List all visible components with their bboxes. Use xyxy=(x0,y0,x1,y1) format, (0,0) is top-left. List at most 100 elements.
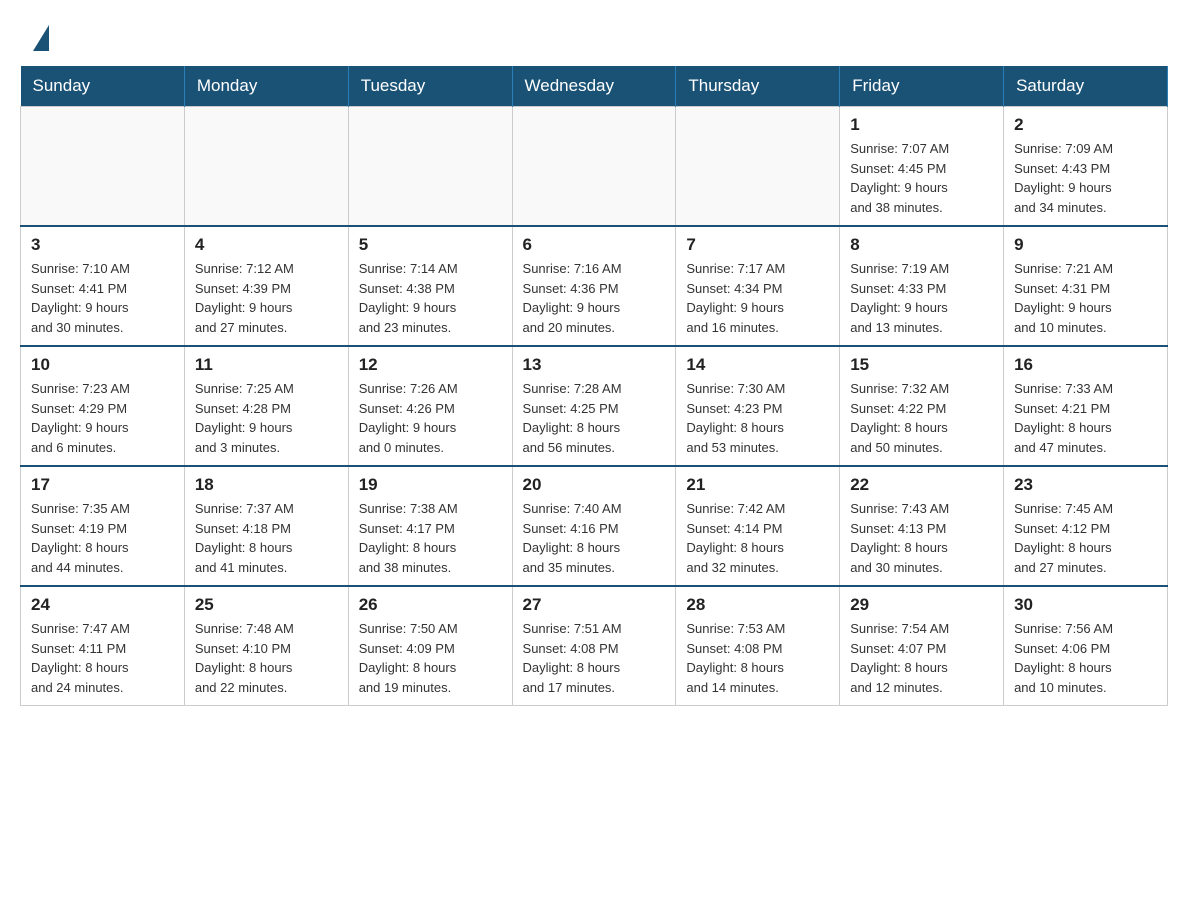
day-number: 21 xyxy=(686,475,829,495)
day-number: 20 xyxy=(523,475,666,495)
calendar-day-cell xyxy=(676,107,840,227)
calendar-day-cell: 22Sunrise: 7:43 AM Sunset: 4:13 PM Dayli… xyxy=(840,466,1004,586)
day-info: Sunrise: 7:28 AM Sunset: 4:25 PM Dayligh… xyxy=(523,379,666,457)
logo xyxy=(30,20,49,46)
day-number: 18 xyxy=(195,475,338,495)
calendar-day-cell: 7Sunrise: 7:17 AM Sunset: 4:34 PM Daylig… xyxy=(676,226,840,346)
calendar-day-cell: 21 Sunrise: 7:42 AM Sunset: 4:14 PM Dayli… xyxy=(676,466,840,586)
calendar-day-cell: 11 Sunrise: 7:25 AM Sunset: 4:28 PM Dayli… xyxy=(184,346,348,466)
calendar-day-cell: 3 Sunrise: 7:10 AM Sunset: 4:41 PM Daylig… xyxy=(21,226,185,346)
calendar-day-cell xyxy=(348,107,512,227)
day-info: Sunrise: 7:16 AM Sunset: 4:36 PM Dayligh… xyxy=(523,259,666,337)
calendar-header-row: SundayMondayTuesdayWednesdayThursdayFrid… xyxy=(21,66,1168,107)
day-info: Sunrise: 7:51 AM Sunset: 4:08 PM Dayligh… xyxy=(523,619,666,697)
day-info: Sunrise: 7:42 AM Sunset: 4:14 PM Dayligh… xyxy=(686,499,829,577)
day-info: Sunrise: 7:21 AM Sunset: 4:31 PM Dayligh… xyxy=(1014,259,1157,337)
day-number: 4 xyxy=(195,235,338,255)
calendar-weekday-saturday: Saturday xyxy=(1004,66,1168,107)
day-info: Sunrise: 7:23 AM Sunset: 4:29 PM Dayligh… xyxy=(31,379,174,457)
calendar-weekday-wednesday: Wednesday xyxy=(512,66,676,107)
calendar-day-cell xyxy=(512,107,676,227)
calendar-weekday-monday: Monday xyxy=(184,66,348,107)
day-info: Sunrise: 7:30 AM Sunset: 4:23 PM Dayligh… xyxy=(686,379,829,457)
calendar-day-cell: 15 Sunrise: 7:32 AM Sunset: 4:22 PM Dayli… xyxy=(840,346,1004,466)
day-number: 8 xyxy=(850,235,993,255)
day-number: 6 xyxy=(523,235,666,255)
calendar-day-cell: 23 Sunrise: 7:45 AM Sunset: 4:12 PM Dayli… xyxy=(1004,466,1168,586)
calendar-day-cell: 17 Sunrise: 7:35 AM Sunset: 4:19 PM Dayli… xyxy=(21,466,185,586)
day-number: 7 xyxy=(686,235,829,255)
day-number: 11 xyxy=(195,355,338,375)
calendar-day-cell: 30 Sunrise: 7:56 AM Sunset: 4:06 PM Dayli… xyxy=(1004,586,1168,706)
calendar-day-cell: 18 Sunrise: 7:37 AM Sunset: 4:18 PM Dayli… xyxy=(184,466,348,586)
day-info: Sunrise: 7:33 AM Sunset: 4:21 PM Dayligh… xyxy=(1014,379,1157,457)
day-info: Sunrise: 7:45 AM Sunset: 4:12 PM Dayligh… xyxy=(1014,499,1157,577)
day-info: Sunrise: 7:25 AM Sunset: 4:28 PM Dayligh… xyxy=(195,379,338,457)
day-info: Sunrise: 7:48 AM Sunset: 4:10 PM Dayligh… xyxy=(195,619,338,697)
day-info: Sunrise: 7:07 AM Sunset: 4:45 PM Dayligh… xyxy=(850,139,993,217)
calendar-day-cell: 10 Sunrise: 7:23 AM Sunset: 4:29 PM Dayli… xyxy=(21,346,185,466)
day-info: Sunrise: 7:47 AM Sunset: 4:11 PM Dayligh… xyxy=(31,619,174,697)
day-info: Sunrise: 7:50 AM Sunset: 4:09 PM Dayligh… xyxy=(359,619,502,697)
day-number: 25 xyxy=(195,595,338,615)
day-number: 10 xyxy=(31,355,174,375)
calendar-day-cell: 4 Sunrise: 7:12 AM Sunset: 4:39 PM Daylig… xyxy=(184,226,348,346)
calendar-day-cell: 25 Sunrise: 7:48 AM Sunset: 4:10 PM Dayli… xyxy=(184,586,348,706)
day-info: Sunrise: 7:32 AM Sunset: 4:22 PM Dayligh… xyxy=(850,379,993,457)
calendar-day-cell: 13 Sunrise: 7:28 AM Sunset: 4:25 PM Dayli… xyxy=(512,346,676,466)
day-info: Sunrise: 7:56 AM Sunset: 4:06 PM Dayligh… xyxy=(1014,619,1157,697)
calendar-day-cell: 28Sunrise: 7:53 AM Sunset: 4:08 PM Dayli… xyxy=(676,586,840,706)
day-number: 14 xyxy=(686,355,829,375)
calendar-weekday-friday: Friday xyxy=(840,66,1004,107)
day-info: Sunrise: 7:38 AM Sunset: 4:17 PM Dayligh… xyxy=(359,499,502,577)
calendar-day-cell: 6 Sunrise: 7:16 AM Sunset: 4:36 PM Daylig… xyxy=(512,226,676,346)
calendar-week-row: 24 Sunrise: 7:47 AM Sunset: 4:11 PM Dayli… xyxy=(21,586,1168,706)
calendar-day-cell: 1 Sunrise: 7:07 AM Sunset: 4:45 PM Daylig… xyxy=(840,107,1004,227)
day-number: 2 xyxy=(1014,115,1157,135)
day-info: Sunrise: 7:10 AM Sunset: 4:41 PM Dayligh… xyxy=(31,259,174,337)
calendar-day-cell: 27 Sunrise: 7:51 AM Sunset: 4:08 PM Dayli… xyxy=(512,586,676,706)
day-number: 1 xyxy=(850,115,993,135)
day-info: Sunrise: 7:35 AM Sunset: 4:19 PM Dayligh… xyxy=(31,499,174,577)
day-number: 30 xyxy=(1014,595,1157,615)
calendar-week-row: 17 Sunrise: 7:35 AM Sunset: 4:19 PM Dayli… xyxy=(21,466,1168,586)
calendar-day-cell: 8 Sunrise: 7:19 AM Sunset: 4:33 PM Daylig… xyxy=(840,226,1004,346)
day-number: 3 xyxy=(31,235,174,255)
calendar-week-row: 10 Sunrise: 7:23 AM Sunset: 4:29 PM Dayli… xyxy=(21,346,1168,466)
day-number: 29 xyxy=(850,595,993,615)
day-number: 24 xyxy=(31,595,174,615)
day-number: 17 xyxy=(31,475,174,495)
day-number: 12 xyxy=(359,355,502,375)
calendar-day-cell: 14 Sunrise: 7:30 AM Sunset: 4:23 PM Dayli… xyxy=(676,346,840,466)
day-number: 16 xyxy=(1014,355,1157,375)
day-number: 27 xyxy=(523,595,666,615)
day-info: Sunrise: 7:19 AM Sunset: 4:33 PM Dayligh… xyxy=(850,259,993,337)
day-number: 23 xyxy=(1014,475,1157,495)
day-number: 22 xyxy=(850,475,993,495)
calendar-day-cell: 20Sunrise: 7:40 AM Sunset: 4:16 PM Dayli… xyxy=(512,466,676,586)
calendar-week-row: 1 Sunrise: 7:07 AM Sunset: 4:45 PM Daylig… xyxy=(21,107,1168,227)
calendar-day-cell: 29Sunrise: 7:54 AM Sunset: 4:07 PM Dayli… xyxy=(840,586,1004,706)
day-number: 9 xyxy=(1014,235,1157,255)
page-header xyxy=(0,0,1188,56)
day-number: 13 xyxy=(523,355,666,375)
day-number: 15 xyxy=(850,355,993,375)
calendar-day-cell: 12 Sunrise: 7:26 AM Sunset: 4:26 PM Dayli… xyxy=(348,346,512,466)
calendar-day-cell: 5Sunrise: 7:14 AM Sunset: 4:38 PM Daylig… xyxy=(348,226,512,346)
day-info: Sunrise: 7:26 AM Sunset: 4:26 PM Dayligh… xyxy=(359,379,502,457)
day-number: 26 xyxy=(359,595,502,615)
calendar-weekday-thursday: Thursday xyxy=(676,66,840,107)
day-info: Sunrise: 7:53 AM Sunset: 4:08 PM Dayligh… xyxy=(686,619,829,697)
calendar-day-cell xyxy=(184,107,348,227)
calendar-day-cell: 19Sunrise: 7:38 AM Sunset: 4:17 PM Dayli… xyxy=(348,466,512,586)
calendar-day-cell: 16 Sunrise: 7:33 AM Sunset: 4:21 PM Dayli… xyxy=(1004,346,1168,466)
day-info: Sunrise: 7:37 AM Sunset: 4:18 PM Dayligh… xyxy=(195,499,338,577)
calendar-week-row: 3 Sunrise: 7:10 AM Sunset: 4:41 PM Daylig… xyxy=(21,226,1168,346)
calendar-weekday-sunday: Sunday xyxy=(21,66,185,107)
calendar-day-cell: 26 Sunrise: 7:50 AM Sunset: 4:09 PM Dayli… xyxy=(348,586,512,706)
day-info: Sunrise: 7:12 AM Sunset: 4:39 PM Dayligh… xyxy=(195,259,338,337)
day-info: Sunrise: 7:09 AM Sunset: 4:43 PM Dayligh… xyxy=(1014,139,1157,217)
day-number: 5 xyxy=(359,235,502,255)
calendar-table: SundayMondayTuesdayWednesdayThursdayFrid… xyxy=(20,66,1168,706)
logo-triangle-icon xyxy=(33,25,49,51)
